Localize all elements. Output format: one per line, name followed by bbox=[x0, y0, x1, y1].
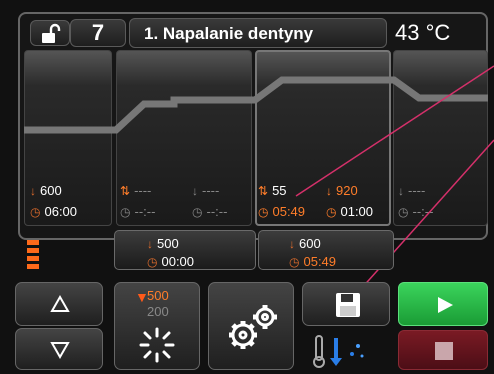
gears-icon bbox=[229, 305, 277, 349]
play-icon bbox=[438, 297, 453, 313]
transition-2[interactable]: ↓ 600 ◷ 05:49 bbox=[258, 230, 394, 270]
thermometer-icon: ↓ bbox=[147, 236, 153, 251]
temp-high: 500 bbox=[147, 288, 169, 303]
vacuum-cooling-indicator bbox=[306, 332, 390, 370]
settings-button[interactable] bbox=[208, 282, 294, 370]
up-button[interactable] bbox=[15, 282, 103, 326]
thermometer-cooling-icon bbox=[313, 335, 364, 368]
down-button[interactable] bbox=[15, 328, 103, 370]
furnace-screen: 7 1. Napalanie dentyny 43 °C ↓ 600 ◷ 06:… bbox=[0, 0, 494, 374]
start-button[interactable] bbox=[398, 282, 488, 326]
arrow-down-icon bbox=[50, 342, 70, 359]
sun-icon bbox=[139, 327, 175, 363]
clock-icon: ◷ bbox=[289, 254, 300, 269]
transition-1[interactable]: ↓ 500 ◷ 00:00 bbox=[114, 230, 256, 270]
save-button[interactable] bbox=[302, 282, 390, 326]
floppy-disk-icon bbox=[336, 293, 360, 317]
stop-icon bbox=[435, 342, 453, 360]
temperature-button[interactable]: ▼ 500 200 bbox=[114, 282, 200, 370]
arrow-up-icon bbox=[50, 295, 70, 312]
level-indicator bbox=[27, 240, 39, 270]
temp-low: 200 bbox=[147, 304, 169, 319]
clock-icon: ◷ bbox=[147, 254, 158, 269]
thermometer-icon: ↓ bbox=[289, 236, 295, 251]
stop-button[interactable] bbox=[398, 330, 488, 370]
